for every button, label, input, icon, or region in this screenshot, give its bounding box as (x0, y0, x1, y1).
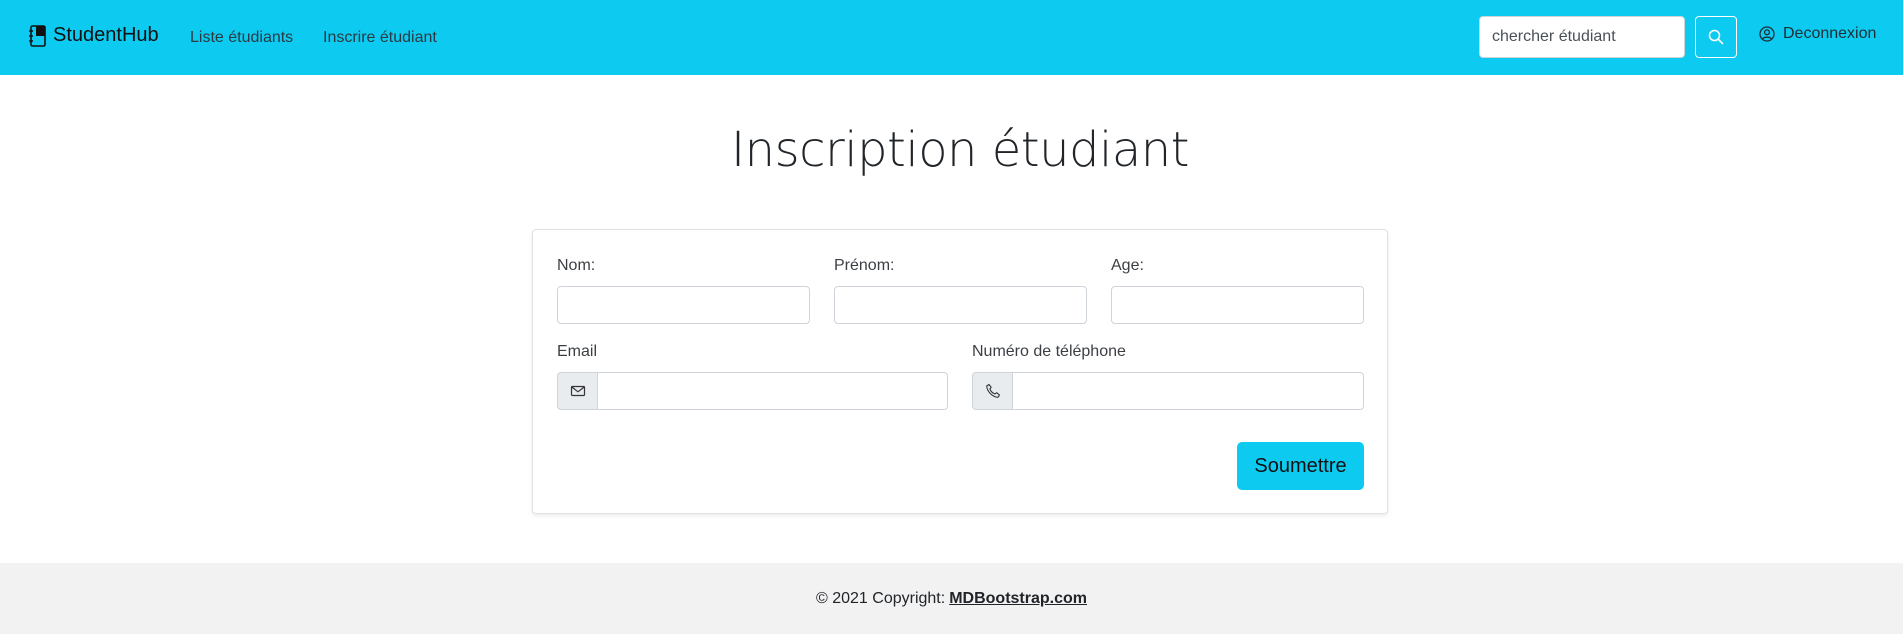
footer: © 2021 Copyright: MDBootstrap.com (0, 563, 1903, 634)
email-addon (557, 372, 598, 410)
age-label: Age: (1111, 257, 1144, 274)
nom-input[interactable] (557, 286, 810, 324)
search-icon (1708, 29, 1724, 45)
email-label: Email (557, 343, 598, 360)
brand-name: StudentHub (53, 24, 159, 46)
notebook-icon (29, 24, 46, 47)
phone-label: Numéro de téléphone (972, 343, 1126, 360)
phone-input-group (972, 372, 1364, 410)
envelope-icon (570, 385, 585, 397)
registration-form: Nom: Prénom: Age: Email Numéro de téléph… (532, 229, 1388, 514)
nav-link-liste-etudiants[interactable]: Liste étudiants (190, 29, 293, 47)
phone-icon (985, 383, 1000, 398)
logout-label: Deconnexion (1783, 25, 1877, 42)
footer-copyright: © 2021 Copyright: (816, 589, 946, 607)
brand-link[interactable]: StudentHub (28, 24, 159, 47)
search-input[interactable] (1479, 16, 1685, 58)
prenom-label: Prénom: (834, 257, 895, 274)
nav-link-inscrire-etudiant[interactable]: Inscrire étudiant (323, 29, 437, 47)
top-navbar: StudentHub Liste étudiants Inscrire étud… (0, 0, 1903, 75)
prenom-input[interactable] (834, 286, 1087, 324)
logout-link[interactable]: Deconnexion (1759, 25, 1876, 43)
email-input-group (557, 372, 948, 410)
footer-link[interactable]: MDBootstrap.com (949, 590, 1087, 608)
phone-input[interactable] (1013, 372, 1364, 410)
email-input[interactable] (598, 372, 948, 410)
user-circle-icon (1759, 26, 1775, 42)
nom-label: Nom: (557, 257, 596, 274)
page-title: Inscription étudiant (731, 122, 1189, 178)
search-button[interactable] (1695, 16, 1737, 58)
submit-button[interactable]: Soumettre (1237, 442, 1364, 490)
phone-addon (972, 372, 1013, 410)
age-input[interactable] (1111, 286, 1364, 324)
